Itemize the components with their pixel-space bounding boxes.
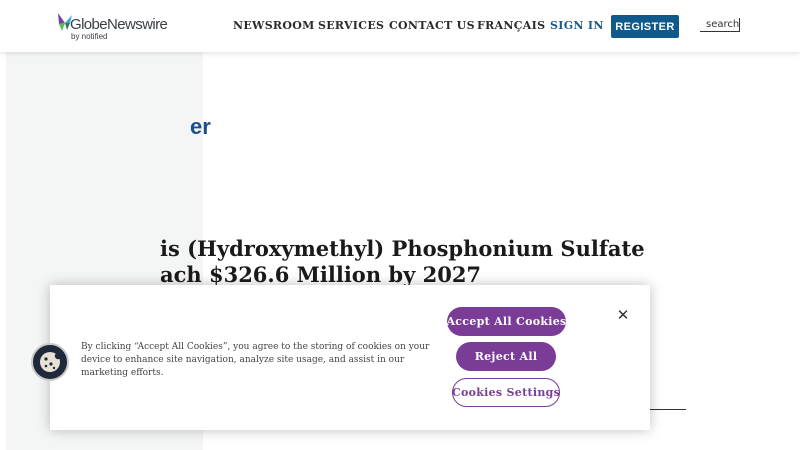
site-header: GlobeNewswire by notified NEWSROOM SERVI… xyxy=(0,0,800,52)
register-button[interactable]: REGISTER xyxy=(611,15,679,38)
search-input[interactable]: search xyxy=(700,18,740,32)
globenewswire-logo[interactable]: GlobeNewswire by notified xyxy=(56,9,168,43)
nav-contact-us[interactable]: CONTACT US xyxy=(389,19,475,32)
org-name-partial: er xyxy=(190,114,211,139)
close-icon[interactable]: ✕ xyxy=(616,307,630,323)
reject-all-button[interactable]: Reject All xyxy=(456,342,556,371)
nav-language-francais[interactable]: FRANÇAIS xyxy=(477,19,545,32)
logo-subtext: by notified xyxy=(71,32,108,41)
cookies-settings-button[interactable]: Cookies Settings xyxy=(452,378,560,407)
cookie-message: By clicking “Accept All Cookies”, you ag… xyxy=(81,342,430,378)
cookie-icon xyxy=(40,352,62,372)
cookie-consent-dialog: By clicking “Accept All Cookies”, you ag… xyxy=(50,285,650,430)
headline-line-1: is (Hydroxymethyl) Phosphonium Sulfate xyxy=(160,236,645,261)
nav-services[interactable]: SERVICES xyxy=(318,19,384,32)
cookie-preferences-button[interactable] xyxy=(31,343,69,381)
accept-all-cookies-button[interactable]: Accept All Cookies xyxy=(446,307,566,336)
logo-text: GlobeNewswire xyxy=(70,16,168,33)
nav-newsroom[interactable]: NEWSROOM xyxy=(233,19,315,32)
nav-sign-in[interactable]: SIGN IN xyxy=(550,19,604,32)
